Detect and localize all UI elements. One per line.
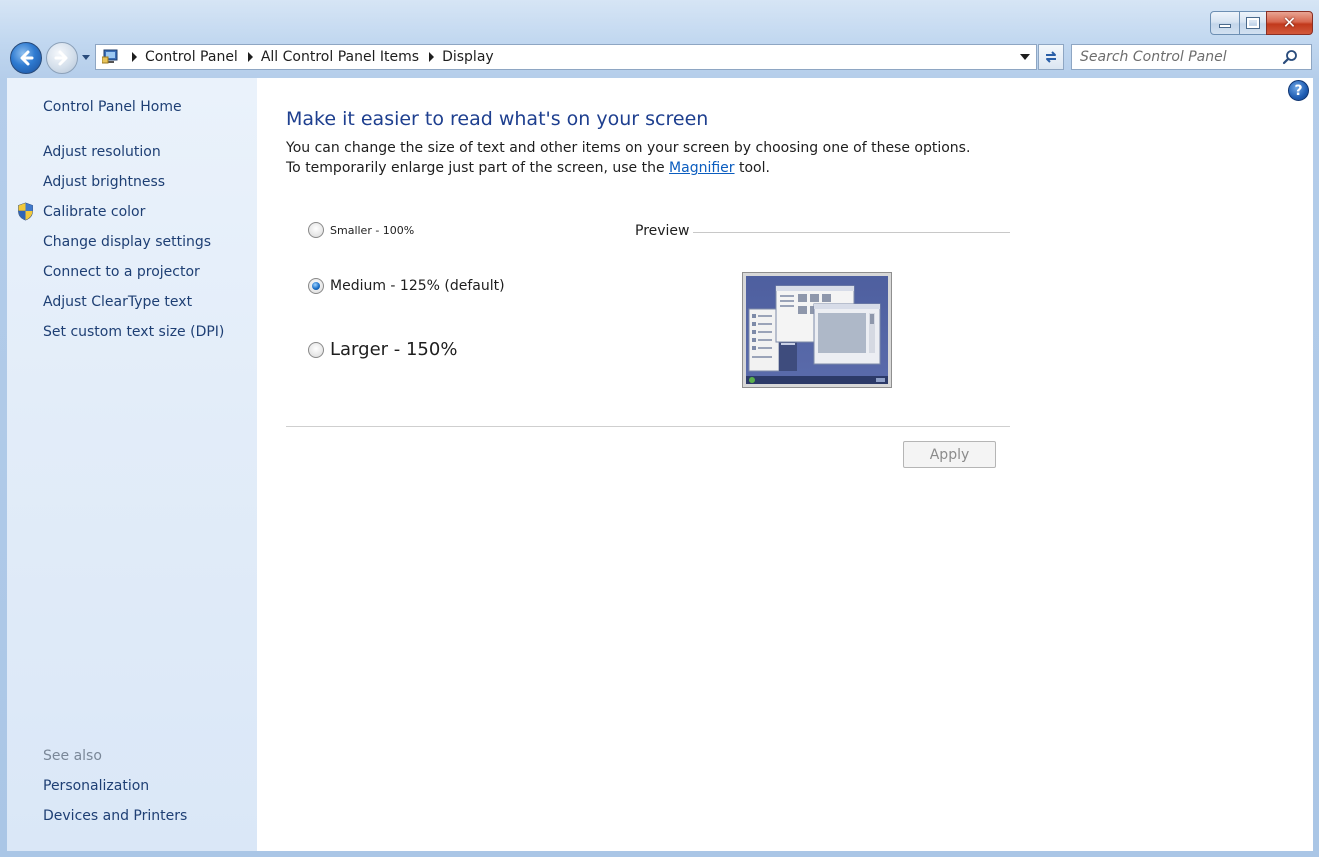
- sidebar-item-custom-dpi[interactable]: Set custom text size (DPI): [43, 324, 224, 340]
- sidebar-item-connect-projector[interactable]: Connect to a projector: [43, 264, 200, 280]
- close-icon: ✕: [1282, 13, 1297, 32]
- close-button[interactable]: ✕: [1266, 11, 1313, 35]
- preview-divider: [693, 232, 1010, 233]
- preview-screen: [746, 276, 888, 384]
- search-icon: [1282, 50, 1297, 65]
- option-medium[interactable]: Medium - 125% (default): [308, 278, 505, 294]
- breadcrumb-all-items[interactable]: All Control Panel Items: [261, 49, 419, 65]
- sidebar-item-adjust-resolution[interactable]: Adjust resolution: [43, 144, 161, 160]
- radio-larger[interactable]: [308, 341, 324, 358]
- task-pane: Control Panel Home Adjust resolution Adj…: [7, 78, 257, 851]
- chevron-down-icon: [1020, 54, 1030, 60]
- breadcrumb-display[interactable]: Display: [442, 49, 494, 65]
- uac-shield-icon: [18, 202, 33, 221]
- apply-button[interactable]: Apply: [903, 441, 996, 468]
- description-text: You can change the size of text and othe…: [286, 140, 971, 176]
- minimize-button[interactable]: [1210, 11, 1240, 35]
- page-title: Make it easier to read what's on your sc…: [286, 108, 709, 130]
- sidebar-item-adjust-brightness[interactable]: Adjust brightness: [43, 174, 165, 190]
- option-larger[interactable]: Larger - 150%: [308, 339, 457, 360]
- sidebar-item-control-panel-home[interactable]: Control Panel Home: [43, 99, 182, 115]
- page-description: You can change the size of text and othe…: [286, 138, 986, 178]
- help-button[interactable]: ?: [1288, 80, 1309, 101]
- main-content: ? Make it easier to read what's on your …: [257, 78, 1313, 851]
- search-box[interactable]: [1071, 44, 1312, 70]
- section-divider: [286, 426, 1010, 427]
- preview-label: Preview: [635, 223, 690, 239]
- breadcrumb-separator[interactable]: [247, 52, 253, 62]
- preview-desktop-icon: [746, 285, 888, 384]
- see-also-heading: See also: [43, 748, 102, 764]
- see-also-personalization[interactable]: Personalization: [43, 778, 149, 794]
- minimize-icon: [1219, 24, 1231, 28]
- see-also-devices-printers[interactable]: Devices and Printers: [43, 808, 187, 824]
- radio-smaller[interactable]: [308, 222, 324, 238]
- forward-button[interactable]: [46, 42, 78, 74]
- address-dropdown[interactable]: [1014, 45, 1036, 69]
- breadcrumb-control-panel[interactable]: Control Panel: [145, 49, 238, 65]
- refresh-icon: [1046, 51, 1056, 63]
- address-bar[interactable]: Control Panel All Control Panel Items Di…: [95, 44, 1037, 70]
- sidebar-item-change-display-settings[interactable]: Change display settings: [43, 234, 211, 250]
- magnifier-link[interactable]: Magnifier: [669, 160, 735, 176]
- maximize-icon: [1246, 17, 1260, 29]
- back-button[interactable]: [10, 42, 42, 74]
- option-medium-label: Medium - 125% (default): [330, 278, 505, 294]
- option-larger-label: Larger - 150%: [330, 339, 458, 360]
- recent-pages-dropdown[interactable]: [80, 52, 92, 64]
- option-smaller-label: Smaller - 100%: [330, 223, 415, 237]
- radio-medium[interactable]: [308, 278, 324, 294]
- chevron-down-icon: [82, 55, 90, 60]
- arrow-right-icon: [54, 50, 68, 66]
- window-controls: ✕: [1210, 11, 1313, 35]
- control-panel-icon: [102, 49, 122, 65]
- help-icon: ?: [1294, 82, 1303, 99]
- breadcrumb-separator[interactable]: [132, 52, 137, 62]
- option-smaller[interactable]: Smaller - 100%: [308, 222, 414, 238]
- sidebar-item-adjust-cleartype[interactable]: Adjust ClearType text: [43, 294, 192, 310]
- preview-image: [742, 272, 892, 388]
- description-text-end: tool.: [734, 160, 770, 176]
- refresh-button[interactable]: [1038, 44, 1064, 70]
- maximize-button[interactable]: [1239, 11, 1267, 35]
- sidebar-item-calibrate-color[interactable]: Calibrate color: [43, 204, 145, 220]
- search-button[interactable]: [1277, 45, 1303, 69]
- breadcrumb-separator[interactable]: [429, 52, 435, 62]
- search-input[interactable]: [1072, 46, 1277, 68]
- arrow-left-icon: [20, 50, 34, 66]
